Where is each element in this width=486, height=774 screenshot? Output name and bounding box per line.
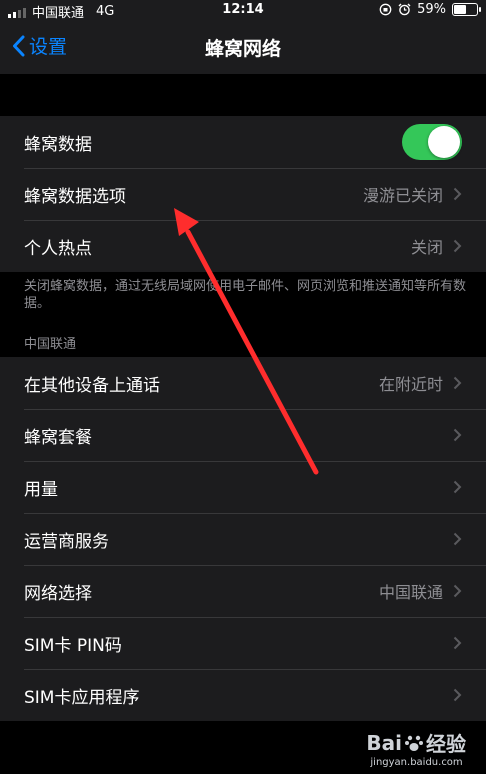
- chevron-right-icon: [453, 480, 462, 494]
- chevron-right-icon: [453, 636, 462, 650]
- chevron-right-icon: [453, 187, 462, 201]
- chevron-right-icon: [453, 584, 462, 598]
- row-label: 运营商服务: [24, 531, 109, 552]
- alarm-icon: [398, 3, 411, 16]
- network-selection-row[interactable]: 网络选择 中国联通: [0, 565, 486, 617]
- row-value: 漫游已关闭: [362, 186, 443, 205]
- row-label: 个人热点: [24, 238, 92, 259]
- sim-pin-row[interactable]: SIM卡 PIN码: [0, 617, 486, 669]
- row-value: 中国联通: [378, 583, 443, 602]
- row-label: 在其他设备上通话: [24, 375, 160, 396]
- row-label: 网络选择: [24, 583, 92, 604]
- battery-icon: [452, 3, 481, 16]
- cellular-data-toggle[interactable]: [402, 124, 462, 160]
- cellular-data-footnote: 关闭蜂窝数据，通过无线局域网使用电子邮件、网页浏览和推送通知等所有数据。: [24, 279, 467, 311]
- page-title: 蜂窝网络: [204, 38, 281, 60]
- chevron-right-icon: [453, 428, 462, 442]
- orientation-lock-icon: [379, 3, 392, 16]
- row-label: 蜂窝套餐: [24, 427, 92, 448]
- chevron-right-icon: [453, 688, 462, 702]
- row-value: 在附近时: [378, 375, 443, 394]
- chevron-right-icon: [453, 239, 462, 253]
- status-bar: 中国联通 4G 12:14 59%: [0, 0, 486, 22]
- watermark-brand-suffix: 经验: [426, 732, 466, 756]
- cellular-settings-group: 蜂窝数据 蜂窝数据选项 漫游已关闭 个人热点 关闭: [0, 116, 486, 272]
- row-label: 蜂窝数据: [24, 134, 92, 155]
- status-right: 59%: [379, 2, 481, 17]
- chevron-right-icon: [453, 376, 462, 390]
- calls-on-other-devices-row[interactable]: 在其他设备上通话 在附近时: [0, 357, 486, 409]
- navigation-bar: 设置 蜂窝网络: [0, 22, 486, 74]
- battery-percent: 59%: [417, 2, 446, 17]
- row-value: 关闭: [410, 238, 443, 257]
- row-label: SIM卡 PIN码: [24, 635, 122, 656]
- carrier-settings-group: 在其他设备上通话 在附近时 蜂窝套餐 用量 运营商服务 网络选择 中国联通 SI…: [0, 357, 486, 721]
- watermark-url: jingyan.baidu.com: [370, 757, 463, 768]
- watermark-brand: Bai: [366, 730, 402, 755]
- row-label: 用量: [24, 479, 58, 500]
- cellular-data-options-row[interactable]: 蜂窝数据选项 漫游已关闭: [0, 168, 486, 220]
- sim-applications-row[interactable]: SIM卡应用程序: [0, 669, 486, 721]
- chevron-right-icon: [453, 532, 462, 546]
- row-label: SIM卡应用程序: [24, 687, 140, 708]
- row-label: 蜂窝数据选项: [24, 186, 126, 207]
- usage-row[interactable]: 用量: [0, 461, 486, 513]
- group-spacer: [0, 74, 486, 116]
- cellular-data-row[interactable]: 蜂窝数据: [0, 116, 486, 168]
- baidu-jingyan-watermark: Bai 经验 jingyan.baidu.com: [366, 728, 466, 769]
- personal-hotspot-row[interactable]: 个人热点 关闭: [0, 220, 486, 272]
- paw-icon: [405, 735, 423, 751]
- carrier-services-row[interactable]: 运营商服务: [0, 513, 486, 565]
- cellular-plan-row[interactable]: 蜂窝套餐: [0, 409, 486, 461]
- section-header: 中国联通: [24, 337, 77, 352]
